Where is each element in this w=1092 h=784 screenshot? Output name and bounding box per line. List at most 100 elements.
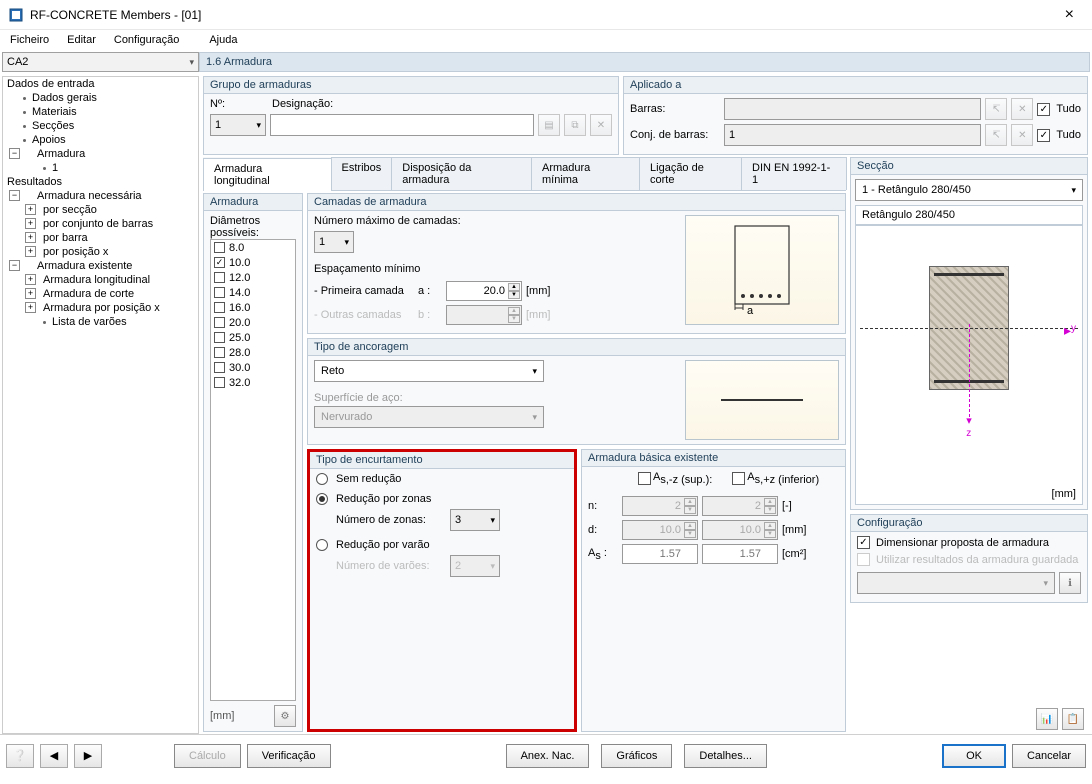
diam-check[interactable] <box>214 272 225 283</box>
tree-armadura[interactable]: −Armadura <box>3 147 198 161</box>
cfg-info-icon[interactable]: ℹ <box>1059 572 1081 594</box>
diam-list[interactable]: 8.0 10.012.014.016.0 20.025.0 28.030.032.0 <box>210 239 296 701</box>
tree-apoios[interactable]: Apoios <box>3 133 198 147</box>
radio-varao[interactable] <box>316 539 328 551</box>
cfg-dim-check[interactable] <box>857 536 870 549</box>
seccao-select[interactable]: 1 - Retângulo 280/450 <box>855 179 1083 201</box>
nz-select[interactable]: 3 <box>450 509 500 531</box>
next-icon[interactable]: ▶ <box>74 744 102 768</box>
design-input[interactable] <box>270 114 534 136</box>
menu-file[interactable]: Ficheiro <box>4 32 55 48</box>
barras-input[interactable] <box>724 98 981 120</box>
check-sup[interactable] <box>638 472 651 485</box>
calc-button[interactable]: Cálculo <box>174 744 241 768</box>
btn-delete-icon[interactable]: ✕ <box>590 114 612 136</box>
tree-porconj[interactable]: +por conjunto de barras <box>3 217 198 231</box>
tab-norm[interactable]: DIN EN 1992-1-1 <box>741 157 847 190</box>
tree-porbar[interactable]: +por barra <box>3 231 198 245</box>
tab-ligacao[interactable]: Ligação de corte <box>639 157 742 190</box>
barras-tudo-check[interactable] <box>1037 103 1050 116</box>
diam-check[interactable] <box>214 317 225 328</box>
diam-check[interactable] <box>214 242 225 253</box>
conj-pick-icon[interactable]: ↸ <box>985 124 1007 146</box>
radio-zonas[interactable] <box>316 493 328 505</box>
tree-necessaria[interactable]: −Armadura necessária <box>3 189 198 203</box>
radio-sem[interactable] <box>316 473 328 485</box>
label-diam: Diâmetros possíveis: <box>210 215 296 239</box>
diam-row[interactable]: 25.0 <box>211 330 295 345</box>
diam-value: 10.0 <box>229 257 250 269</box>
diam-value: 20.0 <box>229 317 250 329</box>
tab-longitudinal[interactable]: Armadura longitudinal <box>203 158 332 191</box>
diam-row[interactable]: 28.0 <box>211 345 295 360</box>
menu-config[interactable]: Configuração <box>108 32 185 48</box>
tree-porsec[interactable]: +por secção <box>3 203 198 217</box>
diam-row[interactable]: 16.0 <box>211 300 295 315</box>
verif-button[interactable]: Verificação <box>247 744 331 768</box>
tree-porpos[interactable]: +por posição x <box>3 245 198 259</box>
conj-tudo-check[interactable] <box>1037 129 1050 142</box>
navigation-tree[interactable]: Dados de entrada Dados gerais Materiais … <box>2 76 199 734</box>
tree-listavar[interactable]: Lista de varões <box>3 315 198 329</box>
conj-del-icon[interactable]: ✕ <box>1011 124 1033 146</box>
tree-existente[interactable]: −Armadura existente <box>3 259 198 273</box>
a-spin[interactable]: 20.0▲▼ <box>446 281 522 301</box>
group-seccao: Secção 1 - Retângulo 280/450 Retângulo 2… <box>850 157 1088 510</box>
diam-row[interactable]: 20.0 <box>211 315 295 330</box>
conj-input[interactable]: 1 <box>724 124 981 146</box>
diam-row[interactable]: 8.0 <box>211 240 295 255</box>
diam-row[interactable]: 10.0 <box>211 255 295 270</box>
cfg-guard-label: Utilizar resultados da armadura guardada <box>876 554 1078 566</box>
diam-check[interactable] <box>214 287 225 298</box>
barras-del-icon[interactable]: ✕ <box>1011 98 1033 120</box>
no-select[interactable]: 1 <box>210 114 266 136</box>
tree-along[interactable]: +Armadura longitudinal <box>3 273 198 287</box>
diam-row[interactable]: 12.0 <box>211 270 295 285</box>
btn-copy-icon[interactable]: ⧉ <box>564 114 586 136</box>
graf-button[interactable]: Gráficos <box>601 744 672 768</box>
load-case-select[interactable]: CA2 <box>2 52 199 72</box>
label-nv: Número de varões: <box>336 560 446 572</box>
tree-resultados[interactable]: Resultados <box>3 175 198 189</box>
ancoragem-select[interactable]: Reto <box>314 360 544 382</box>
ok-button[interactable]: OK <box>942 744 1006 768</box>
diam-value: 8.0 <box>229 242 244 254</box>
tree-materiais[interactable]: Materiais <box>3 105 198 119</box>
tree-dados[interactable]: Dados de entrada <box>3 77 198 91</box>
btn-new-icon[interactable]: ▤ <box>538 114 560 136</box>
diam-check[interactable] <box>214 332 225 343</box>
bottom-icon-2[interactable]: 📋 <box>1062 708 1084 730</box>
help-icon[interactable]: ❔ <box>6 744 34 768</box>
diam-check[interactable] <box>214 362 225 373</box>
menu-help[interactable]: Ajuda <box>203 32 243 48</box>
tree-armadura-1[interactable]: 1 <box>3 161 198 175</box>
tree-gerais[interactable]: Dados gerais <box>3 91 198 105</box>
diam-row[interactable]: 32.0 <box>211 375 295 390</box>
diam-settings-icon[interactable]: ⚙ <box>274 705 296 727</box>
tree-seccoes[interactable]: Secções <box>3 119 198 133</box>
diam-check[interactable] <box>214 377 225 388</box>
tab-disposicao[interactable]: Disposição da armadura <box>391 157 532 190</box>
check-inf[interactable] <box>732 472 745 485</box>
tab-estribos[interactable]: Estribos <box>331 157 393 190</box>
tree-acorte[interactable]: +Armadura de corte <box>3 287 198 301</box>
anex-button[interactable]: Anex. Nac. <box>506 744 590 768</box>
diam-check[interactable] <box>214 257 225 268</box>
close-button[interactable]: × <box>1055 6 1084 24</box>
barras-pick-icon[interactable]: ↸ <box>985 98 1007 120</box>
tab-minima[interactable]: Armadura mínima <box>531 157 640 190</box>
menu-edit[interactable]: Editar <box>61 32 102 48</box>
tree-aporposx[interactable]: +Armadura por posição x <box>3 301 198 315</box>
diam-row[interactable]: 14.0 <box>211 285 295 300</box>
group-ancoragem-header: Tipo de ancoragem <box>308 339 845 356</box>
bottom-icon-1[interactable]: 📊 <box>1036 708 1058 730</box>
det-button[interactable]: Detalhes... <box>684 744 767 768</box>
as-unit: [cm²] <box>782 548 806 560</box>
diam-value: 28.0 <box>229 347 250 359</box>
diam-check[interactable] <box>214 302 225 313</box>
diam-row[interactable]: 30.0 <box>211 360 295 375</box>
prev-icon[interactable]: ◀ <box>40 744 68 768</box>
cancel-button[interactable]: Cancelar <box>1012 744 1086 768</box>
max-camadas-select[interactable]: 1 <box>314 231 354 253</box>
diam-check[interactable] <box>214 347 225 358</box>
